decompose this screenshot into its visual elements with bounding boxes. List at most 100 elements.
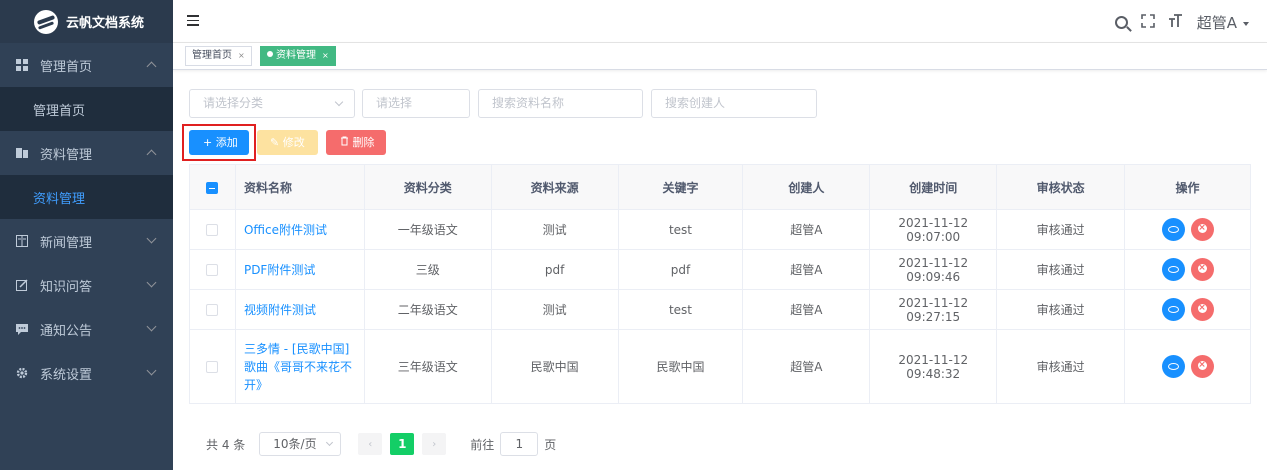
created-time-cell: 2021-11-12 09:07:00 xyxy=(869,209,998,250)
sidebar-item-materials[interactable]: 资料管理 xyxy=(0,131,173,175)
select-all-checkbox[interactable] xyxy=(206,181,219,194)
delete-circle-icon[interactable] xyxy=(1190,258,1214,281)
row-checkbox[interactable] xyxy=(206,224,219,236)
tag-label: 资料管理 xyxy=(276,50,316,61)
pagination: 共 4 条 10条/页 ‹ 1 › 前往 1 页 xyxy=(206,432,556,456)
sidebar-item-label: 知识问答 xyxy=(40,279,93,295)
font-size-icon[interactable] xyxy=(1168,13,1183,32)
delete-button[interactable]: 删除 xyxy=(326,130,386,155)
chevron-left-icon: ‹ xyxy=(368,438,373,450)
status-cell: 审核通过 xyxy=(996,209,1126,250)
material-name-link[interactable]: Office附件测试 xyxy=(235,209,365,250)
column-header: 创建人 xyxy=(742,164,871,210)
keyword-cell: test xyxy=(618,209,744,250)
view-eye-icon[interactable] xyxy=(1161,298,1185,321)
material-name-link[interactable]: 视频附件测试 xyxy=(235,289,365,330)
column-header: 资料分类 xyxy=(364,164,492,210)
sidebar-subitem-dashboard[interactable]: 管理首页 xyxy=(0,87,173,131)
search-icon[interactable] xyxy=(1114,16,1128,29)
delete-button-label: 删除 xyxy=(352,136,375,149)
row-checkbox[interactable] xyxy=(206,264,219,276)
creator-cell: 超管A xyxy=(742,289,871,330)
goto-page-input[interactable]: 1 xyxy=(500,432,539,456)
category-cell: 一年级语文 xyxy=(364,209,492,250)
actions-cell xyxy=(1124,209,1251,250)
actions-cell xyxy=(1124,329,1251,404)
source-cell: 民歌中国 xyxy=(491,329,619,404)
delete-circle-icon[interactable] xyxy=(1190,355,1214,378)
created-time-cell: 2021-11-12 09:09:46 xyxy=(869,249,998,290)
sidebar-item-dashboard[interactable]: 管理首页 xyxy=(0,43,173,87)
actions-cell xyxy=(1124,289,1251,330)
creator-search-input[interactable]: 搜索创建人 xyxy=(651,89,817,118)
table-row[interactable]: 视频附件测试 二年级语文 测试 test 超管A 2021-11-12 09:2… xyxy=(189,289,1251,330)
material-name-link[interactable]: PDF附件测试 xyxy=(235,249,365,290)
chevron-up-icon xyxy=(146,149,157,160)
prev-page-button[interactable]: ‹ xyxy=(358,433,383,455)
sidebar-item-label: 新闻管理 xyxy=(40,235,93,251)
category-cell: 二年级语文 xyxy=(364,289,492,330)
view-eye-icon[interactable] xyxy=(1161,355,1185,378)
sidebar-item-news[interactable]: 新闻管理 xyxy=(0,219,173,263)
material-name-link[interactable]: 三多情 - [民歌中国]歌曲《哥哥不来花不开》 xyxy=(235,329,365,404)
sidebar-item-label: 资料管理 xyxy=(40,147,93,163)
source-cell: pdf xyxy=(491,249,619,290)
next-page-button[interactable]: › xyxy=(422,433,447,455)
tag-close-icon[interactable]: × xyxy=(238,51,245,60)
select-all-cell[interactable] xyxy=(189,164,236,210)
column-header: 创建时间 xyxy=(869,164,998,210)
sidebar-item-notice[interactable]: 通知公告 xyxy=(0,307,173,351)
sidebar-item-label: 通知公告 xyxy=(40,323,93,339)
page-size-value: 10条/页 xyxy=(273,437,317,451)
delete-circle-icon[interactable] xyxy=(1190,298,1214,321)
tag-close-icon[interactable]: × xyxy=(322,51,329,60)
hamburger-icon[interactable] xyxy=(187,15,199,26)
view-eye-icon[interactable] xyxy=(1161,258,1185,281)
total-count: 共 4 条 xyxy=(206,437,246,452)
table-row[interactable]: PDF附件测试 三级 pdf pdf 超管A 2021-11-12 09:09:… xyxy=(189,249,1251,290)
row-checkbox[interactable] xyxy=(206,304,219,316)
status-select[interactable]: 请选择 xyxy=(362,89,470,118)
table-row[interactable]: 三多情 - [民歌中国]歌曲《哥哥不来花不开》 三年级语文 民歌中国 民歌中国 … xyxy=(189,329,1251,404)
row-checkbox[interactable] xyxy=(206,361,219,373)
user-menu[interactable]: 超管A xyxy=(1197,12,1249,33)
page-number-current[interactable]: 1 xyxy=(390,433,415,455)
goto-label: 前往 xyxy=(470,437,495,452)
caret-down-icon xyxy=(1243,21,1249,26)
column-header: 操作 xyxy=(1124,164,1251,210)
category-cell: 三级 xyxy=(364,249,492,290)
sidebar-item-label: 系统设置 xyxy=(40,367,93,383)
status-cell: 审核通过 xyxy=(996,289,1126,330)
fullscreen-icon[interactable] xyxy=(1140,13,1155,32)
chevron-down-icon xyxy=(146,277,157,288)
category-select[interactable]: 请选择分类 xyxy=(189,89,355,118)
tag-materials[interactable]: 资料管理 × xyxy=(260,46,336,66)
edit-button[interactable]: ✎ 修改 xyxy=(257,130,318,155)
top-navbar: 超管A xyxy=(173,0,1267,43)
view-eye-icon[interactable] xyxy=(1161,218,1185,241)
chevron-down-icon xyxy=(146,233,157,244)
trash-icon xyxy=(340,136,353,149)
actions-cell xyxy=(1124,249,1251,290)
delete-circle-icon[interactable] xyxy=(1190,218,1214,241)
page-size-select[interactable]: 10条/页 xyxy=(259,432,342,456)
sidebar-item-qa[interactable]: 知识问答 xyxy=(0,263,173,307)
user-name: 超管A xyxy=(1196,14,1237,32)
page-suffix: 页 xyxy=(544,437,557,452)
name-search-input[interactable]: 搜索资料名称 xyxy=(478,89,643,118)
edit-button-label: 修改 xyxy=(282,136,305,149)
sidebar-subitem-materials[interactable]: 资料管理 xyxy=(0,175,173,219)
name-search-placeholder: 搜索资料名称 xyxy=(492,96,565,110)
sidebar-item-settings[interactable]: 系统设置 xyxy=(0,351,173,395)
table-row[interactable]: Office附件测试 一年级语文 测试 test 超管A 2021-11-12 … xyxy=(189,209,1251,250)
tags-view: 管理首页 × 资料管理 × xyxy=(173,43,1267,70)
status-cell: 审核通过 xyxy=(996,249,1126,290)
gear-icon xyxy=(16,367,28,379)
materials-table: 资料名称 资料分类 资料来源 关键字 创建人 创建时间 审核状态 操作 Offi… xyxy=(189,164,1251,404)
column-header: 审核状态 xyxy=(996,164,1126,210)
chevron-down-icon xyxy=(326,438,334,447)
tag-dashboard[interactable]: 管理首页 × xyxy=(185,46,252,66)
table-header-row: 资料名称 资料分类 资料来源 关键字 创建人 创建时间 审核状态 操作 xyxy=(189,164,1251,210)
app-logo[interactable]: 云帆文档系统 xyxy=(0,0,173,43)
chevron-right-icon: › xyxy=(432,438,437,450)
